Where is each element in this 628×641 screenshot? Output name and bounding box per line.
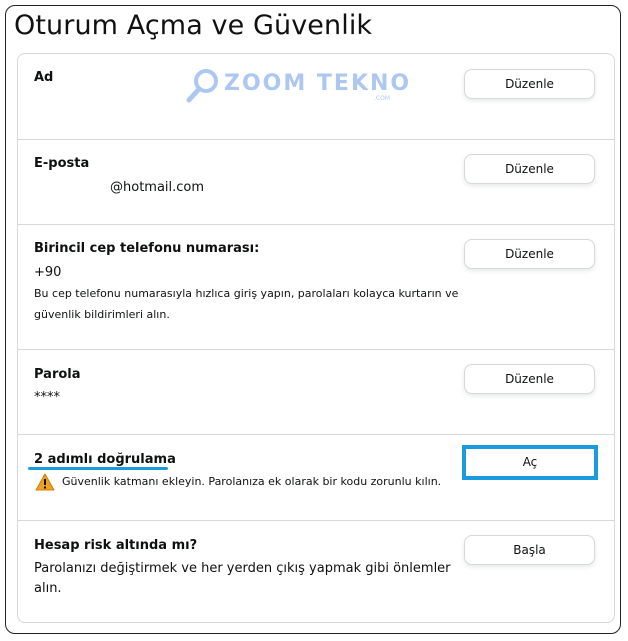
warning-icon — [35, 473, 55, 491]
email-label: E-posta — [34, 156, 90, 171]
page-title: Oturum Açma ve Güvenlik — [14, 10, 373, 41]
name-row: Ad Düzenle — [18, 54, 614, 140]
risk-row: Hesap risk altında mı? Parolanızı değişt… — [18, 521, 614, 622]
email-value: @hotmail.com — [110, 180, 205, 195]
password-value: **** — [34, 390, 60, 405]
password-label: Parola — [34, 367, 81, 382]
enable-two-step-button[interactable]: Aç — [462, 445, 598, 480]
edit-name-button[interactable]: Düzenle — [464, 69, 595, 99]
start-risk-button[interactable]: Başla — [464, 535, 595, 565]
settings-card: ZOOM TEKNO .COM Ad Düzenle E-posta @hotm… — [17, 53, 615, 623]
risk-description: Parolanızı değiştirmek ve her yerden çık… — [34, 561, 451, 596]
name-label: Ad — [34, 70, 54, 85]
email-row: E-posta @hotmail.com Düzenle — [18, 140, 614, 225]
edit-password-button[interactable]: Düzenle — [464, 364, 595, 394]
two-step-row: 2 adımlı doğrulama Güvenlik katmanı ekle… — [18, 435, 614, 521]
password-row: Parola **** Düzenle — [18, 350, 614, 435]
edit-email-button[interactable]: Düzenle — [464, 154, 595, 184]
phone-label: Birincil cep telefonu numarası: — [34, 241, 260, 256]
edit-phone-button[interactable]: Düzenle — [464, 239, 595, 269]
risk-label: Hesap risk altında mı? — [34, 538, 198, 553]
two-step-label: 2 adımlı doğrulama — [34, 452, 176, 467]
phone-row: Birincil cep telefonu numarası: +90 Bu c… — [18, 225, 614, 350]
highlight-underline — [28, 467, 168, 470]
phone-value: +90 — [34, 265, 62, 280]
two-step-warning: Güvenlik katmanı ekleyin. Parolanıza ek … — [62, 475, 442, 488]
phone-description: Bu cep telefonu numarasıyla hızlıca giri… — [34, 287, 459, 321]
